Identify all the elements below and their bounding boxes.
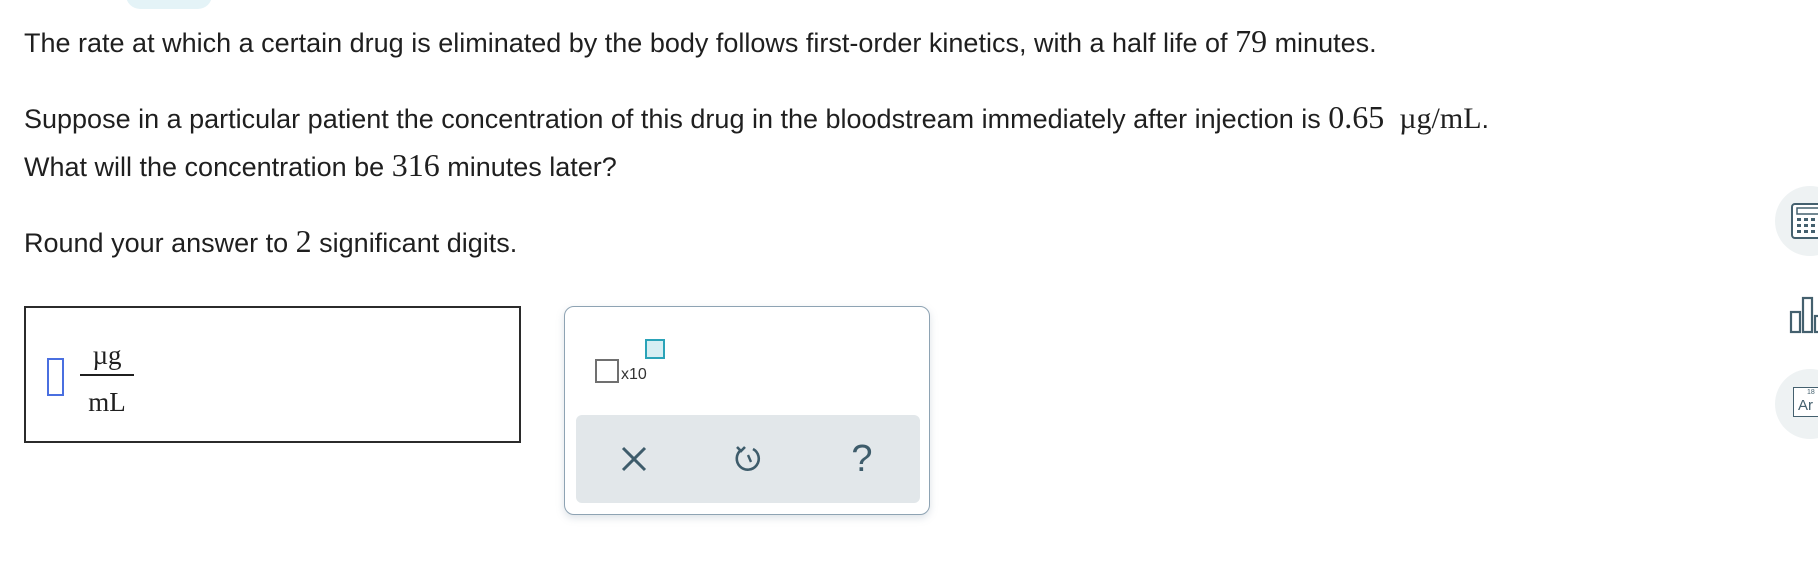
calculator-icon (1791, 203, 1818, 239)
periodic-number: 18 (1807, 389, 1815, 396)
undo-icon (735, 446, 761, 471)
scientific-notation-button[interactable]: x10 (595, 337, 665, 387)
periodic-symbol: Ar (1798, 397, 1813, 414)
unit-denominator: mL (88, 387, 126, 417)
question-line-time: What will the concentration be 316 minut… (24, 147, 617, 183)
periodic-table-icon: 18 Ar (1793, 387, 1818, 417)
clear-button[interactable] (604, 429, 664, 489)
significant-digits-value: 2 (295, 223, 312, 259)
periodic-table-tool-button[interactable]: 18 Ar (1775, 369, 1818, 439)
question-line-rounding: Round your answer to 2 significant digit… (24, 223, 518, 259)
half-life-value: 79 (1235, 23, 1268, 59)
elapsed-time-value: 316 (391, 147, 440, 183)
answer-box[interactable]: µg mL (24, 306, 521, 443)
concentration-unit: µg/mL (1399, 102, 1482, 135)
answer-input[interactable] (47, 358, 64, 396)
bar-chart-icon (1789, 296, 1818, 334)
close-icon (621, 446, 647, 472)
question-line-concentration: Suppose in a particular patient the conc… (24, 99, 1490, 135)
undo-button[interactable] (718, 429, 778, 489)
mantissa-placeholder (595, 359, 619, 383)
top-tab[interactable] (126, 0, 212, 9)
help-icon: ? (851, 437, 873, 480)
keypad-action-bar: ? (576, 415, 920, 503)
initial-concentration-value: 0.65 (1328, 99, 1385, 135)
x10-label: x10 (621, 366, 647, 383)
help-button[interactable]: ? (832, 429, 892, 489)
exponent-placeholder (645, 339, 665, 359)
unit-numerator: µg (92, 340, 122, 370)
question-line-half-life: The rate at which a certain drug is elim… (24, 23, 1377, 59)
math-keypad: x10 ? (564, 306, 930, 515)
data-chart-tool-button[interactable] (1775, 280, 1818, 350)
calculator-tool-button[interactable] (1775, 186, 1818, 256)
answer-unit-fraction: µg mL (80, 336, 134, 422)
